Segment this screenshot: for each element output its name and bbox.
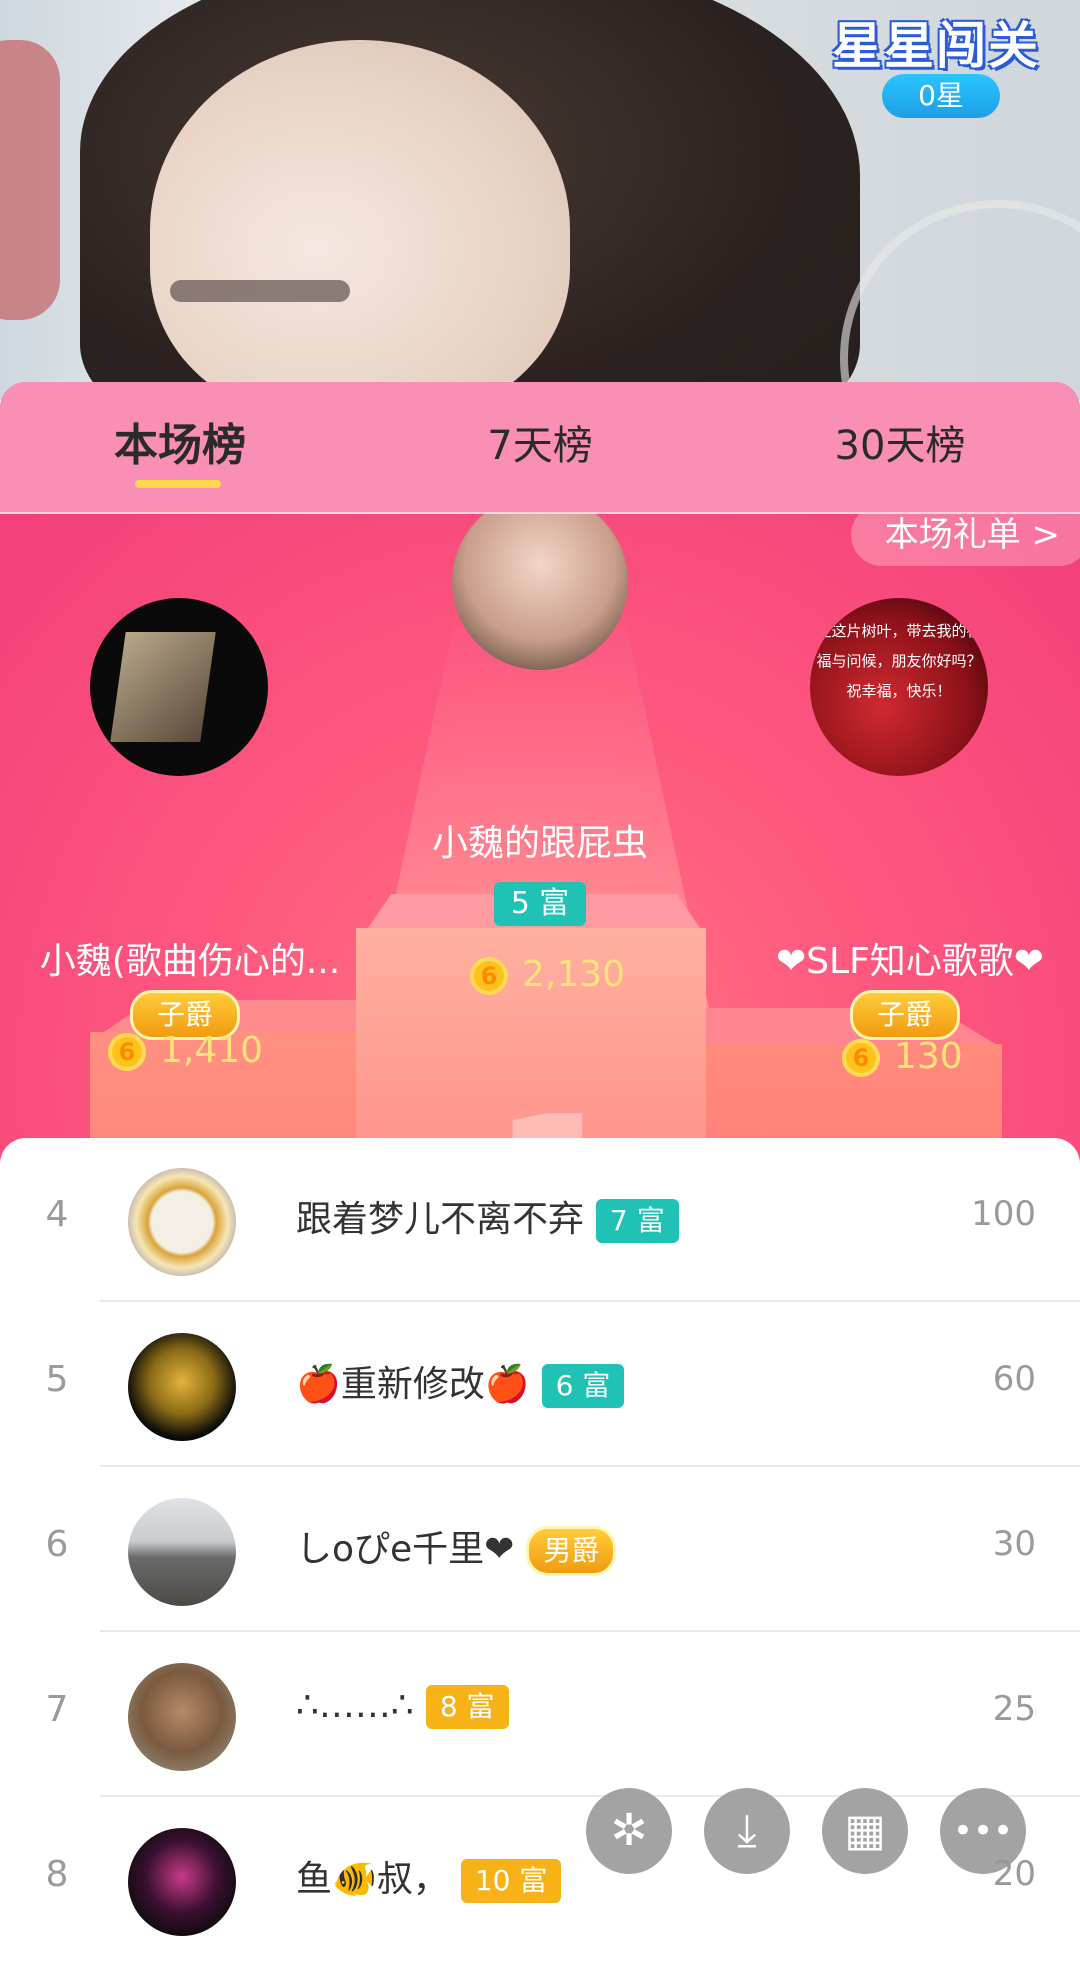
- leaderboard-list: 4 跟着梦儿不离不弃 7 富 100 5 🍎重新修改🍎 6 富 60 6 しoぴe千…: [0, 1138, 1080, 1938]
- rank-number: 6: [45, 1524, 69, 1565]
- title-badge: 男爵: [526, 1526, 617, 1576]
- leaderboard-tabs: 本场榜 7天榜 30天榜: [0, 382, 1080, 514]
- score: 30: [992, 1524, 1036, 1564]
- rank-number: 5: [45, 1359, 69, 1400]
- divider: [100, 1465, 1080, 1467]
- user-name[interactable]: 鱼🐠叔， 10 富: [296, 1850, 562, 1903]
- grid-icon[interactable]: ▦: [822, 1788, 908, 1874]
- background-umbrella: [840, 200, 1080, 400]
- rank-number: 7: [45, 1689, 69, 1730]
- avatar-rank-3-text: 让这片树叶，带去我的祝福与问候，朋友你好吗？祝幸福，快乐！: [816, 622, 982, 700]
- name-rank-1[interactable]: 小魏的跟屁虫: [380, 814, 700, 866]
- score: 100: [971, 1194, 1036, 1234]
- list-item[interactable]: 4 跟着梦儿不离不弃 7 富 100: [0, 1138, 1080, 1302]
- tab-this-session[interactable]: 本场榜: [90, 416, 270, 476]
- streamer-brow: [170, 280, 350, 302]
- download-icon[interactable]: ⤓: [704, 1788, 790, 1874]
- avatar-rank-3[interactable]: 让这片树叶，带去我的祝福与问候，朋友你好吗？祝幸福，快乐！: [810, 598, 988, 776]
- coin-icon: 6: [842, 1039, 880, 1077]
- score-rank-1: 6 2,130: [470, 954, 625, 995]
- avatar[interactable]: [128, 1333, 236, 1441]
- score-value: 1,410: [160, 1030, 264, 1071]
- score-value: 130: [894, 1036, 963, 1077]
- coin-icon: 6: [108, 1033, 146, 1071]
- star-count-badge[interactable]: 0星: [882, 74, 1000, 118]
- live-video-area[interactable]: 星星闯关 0星: [0, 0, 1080, 400]
- name-rank-3[interactable]: ❤SLF知心歌歌❤: [740, 932, 1080, 984]
- wealth-badge: 8 富: [425, 1685, 509, 1729]
- list-item[interactable]: 6 しoぴe千里❤ 男爵 30: [0, 1468, 1080, 1632]
- score: 60: [992, 1359, 1036, 1399]
- more-icon[interactable]: •••: [940, 1788, 1026, 1874]
- list-item[interactable]: 7 ∴……∴ 8 富 25: [0, 1633, 1080, 1797]
- score-rank-3: 6 130: [842, 1036, 963, 1077]
- score: 25: [992, 1689, 1036, 1729]
- rank-number: 4: [45, 1194, 69, 1235]
- wealth-badge: 7 富: [596, 1199, 679, 1243]
- avatar-rank-2[interactable]: [90, 598, 268, 776]
- divider: [100, 1300, 1080, 1302]
- user-name[interactable]: 跟着梦儿不离不弃 7 富: [296, 1190, 679, 1243]
- wealth-badge: 6 富: [541, 1364, 625, 1408]
- star-challenge-title[interactable]: 星星闯关: [832, 6, 1040, 78]
- tab-30-days[interactable]: 30天榜: [810, 416, 990, 476]
- score-rank-2: 6 1,410: [108, 1030, 263, 1071]
- user-name[interactable]: ∴……∴ 8 富: [296, 1685, 509, 1729]
- rank-number: 8: [45, 1854, 69, 1895]
- active-tab-indicator: [135, 480, 221, 488]
- user-name[interactable]: 🍎重新修改🍎 6 富: [296, 1355, 625, 1408]
- divider: [100, 1630, 1080, 1632]
- divider: [100, 1795, 1080, 1797]
- score-value: 2,130: [522, 954, 626, 995]
- wealth-badge-rank-1: 5 富: [494, 882, 586, 926]
- title-badge-rank-3: 子爵: [850, 990, 960, 1040]
- background-decoration: [0, 40, 60, 320]
- wealth-badge: 10 富: [460, 1859, 562, 1903]
- list-item[interactable]: 5 🍎重新修改🍎 6 富 60: [0, 1303, 1080, 1467]
- session-gift-list-link[interactable]: 本场礼单 >: [850, 514, 1080, 566]
- streamer-face: [150, 40, 570, 400]
- name-rank-2[interactable]: 小魏(歌曲伤心的...: [20, 932, 360, 984]
- user-name[interactable]: しoぴe千里❤ 男爵: [296, 1520, 617, 1576]
- avatar[interactable]: [128, 1168, 236, 1276]
- avatar[interactable]: [128, 1498, 236, 1606]
- list-item[interactable]: 8 鱼🐠叔， 10 富 20: [0, 1798, 1080, 1962]
- tab-7-days[interactable]: 7天榜: [450, 416, 630, 476]
- share-icon[interactable]: ✲: [586, 1788, 672, 1874]
- coin-icon: 6: [470, 957, 508, 995]
- avatar[interactable]: [128, 1663, 236, 1771]
